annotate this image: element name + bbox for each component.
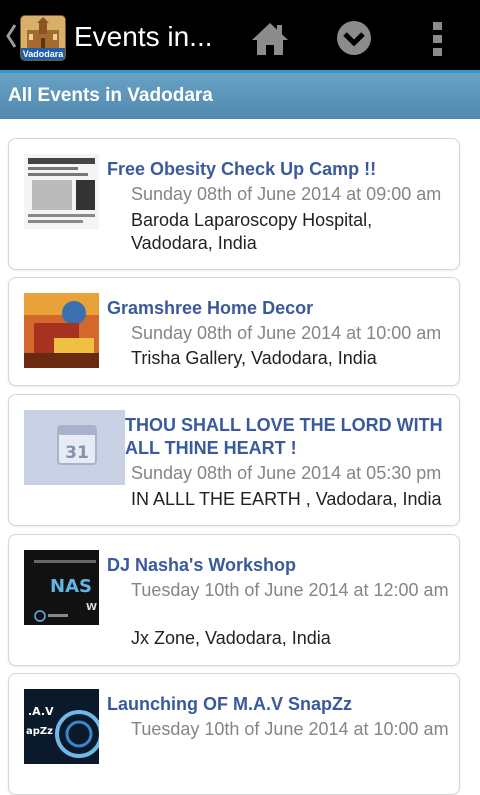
decor-image bbox=[24, 293, 99, 368]
event-thumbnail bbox=[24, 293, 99, 368]
event-title[interactable]: DJ Nasha's Workshop bbox=[107, 554, 296, 577]
event-venue: Baroda Laparoscopy Hospital, Vadodara, I… bbox=[131, 210, 373, 253]
more-vertical-icon[interactable] bbox=[413, 13, 463, 63]
section-title: All Events in Vadodara bbox=[8, 85, 213, 106]
svg-text:NAS: NAS bbox=[50, 576, 92, 597]
event-card[interactable]: 31 THOU SHALL LOVE THE LORD WITH ALL THI… bbox=[8, 394, 460, 526]
event-card[interactable]: Free Obesity Check Up Camp !! Sunday 08t… bbox=[8, 138, 460, 270]
event-card[interactable]: NAS W DJ Nasha's Workshop Tuesday 10th o… bbox=[8, 534, 460, 666]
app-title: Events in... bbox=[74, 21, 213, 52]
launch-poster-image: .A.V apZz bbox=[24, 689, 99, 764]
section-header: All Events in Vadodara bbox=[0, 73, 480, 119]
svg-text:apZz: apZz bbox=[26, 726, 53, 737]
event-title[interactable]: Free Obesity Check Up Camp !! bbox=[107, 158, 376, 181]
event-title[interactable]: Gramshree Home Decor bbox=[107, 297, 313, 320]
home-icon[interactable] bbox=[245, 13, 295, 63]
event-thumbnail: 31 bbox=[24, 410, 125, 485]
event-thumbnail: NAS W bbox=[24, 550, 99, 625]
event-date: Tuesday 10th of June 2014 at 12:00 am bbox=[131, 580, 449, 600]
svg-text:.A.V: .A.V bbox=[28, 705, 54, 718]
app-logo[interactable]: Vadodara bbox=[20, 15, 66, 61]
event-venue: Trisha Gallery, Vadodara, India bbox=[131, 348, 377, 368]
event-date: Sunday 08th of June 2014 at 05:30 pm bbox=[131, 463, 442, 483]
event-date: Tuesday 10th of June 2014 at 10:00 am bbox=[131, 719, 449, 739]
event-venue: IN ALLL THE EARTH , Vadodara, India bbox=[131, 489, 442, 509]
app-logo-label: Vadodara bbox=[21, 48, 65, 60]
action-bar: Vadodara Events in... bbox=[0, 3, 480, 73]
event-card[interactable]: Gramshree Home Decor Sunday 08th of June… bbox=[8, 277, 460, 386]
calendar-placeholder-icon: 31 bbox=[24, 410, 125, 485]
palace-icon bbox=[21, 16, 65, 50]
chevron-down-circle-icon[interactable] bbox=[329, 13, 379, 63]
back-chevron-icon[interactable] bbox=[4, 21, 18, 51]
event-thumbnail bbox=[24, 154, 99, 229]
event-title[interactable]: Launching OF M.A.V SnapZz bbox=[107, 693, 352, 716]
event-date: Sunday 08th of June 2014 at 09:00 am bbox=[131, 184, 442, 204]
event-card[interactable]: .A.V apZz Launching OF M.A.V SnapZz Tues… bbox=[8, 673, 460, 795]
event-thumbnail: .A.V apZz bbox=[24, 689, 99, 764]
calendar-day: 31 bbox=[65, 443, 89, 463]
workshop-poster-image: NAS W bbox=[24, 550, 99, 625]
event-date: Sunday 08th of June 2014 at 10:00 am bbox=[131, 323, 442, 343]
event-title[interactable]: THOU SHALL LOVE THE LORD WITH ALL THINE … bbox=[125, 414, 445, 460]
flyer-image bbox=[24, 154, 99, 229]
svg-text:W: W bbox=[86, 602, 97, 613]
event-venue: Jx Zone, Vadodara, India bbox=[131, 628, 331, 648]
